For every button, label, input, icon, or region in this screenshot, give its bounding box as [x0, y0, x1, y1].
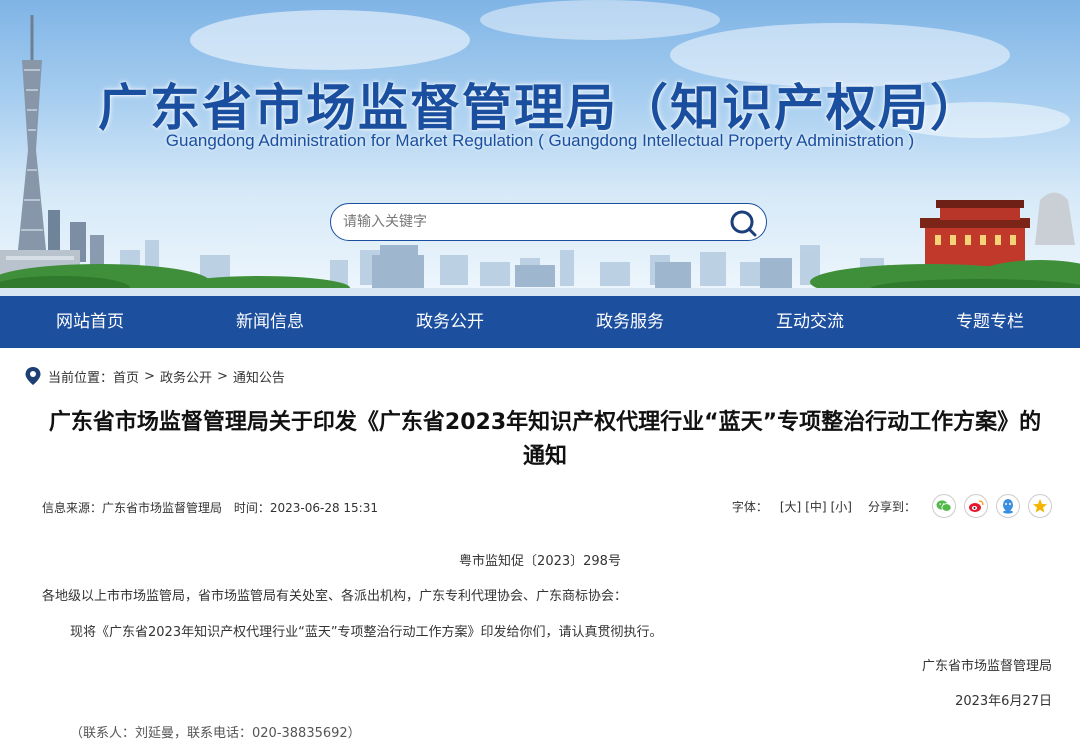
- body-paragraph: 现将《广东省2023年知识产权代理行业“蓝天”专项整治行动工作方案》印发给你们，…: [70, 625, 663, 640]
- font-size-large-button[interactable]: [大]: [780, 498, 801, 515]
- weibo-share-icon[interactable]: [964, 494, 988, 518]
- article-time: 时间：2023-06-28 15:31: [233, 501, 378, 515]
- share-label: 分享到：: [867, 499, 916, 514]
- font-size-label: 字体：: [731, 499, 768, 514]
- breadcrumb: 当前位置： 首页 > 政务公开 > 通知公告: [24, 366, 285, 386]
- search-input[interactable]: [343, 208, 723, 236]
- breadcrumb-prefix: 当前位置：: [48, 370, 114, 386]
- qq-share-icon[interactable]: [996, 494, 1020, 518]
- article-title: 广东省市场监督管理局关于印发《广东省2023年知识产权代理行业“蓝天”专项整治行…: [48, 410, 1042, 469]
- font-size-small-button[interactable]: [小]: [831, 498, 852, 515]
- site-subtitle: Guangdong Administration for Market Regu…: [165, 131, 915, 150]
- search-icon[interactable]: [728, 208, 758, 238]
- breadcrumb-home[interactable]: 首页: [113, 367, 139, 386]
- wechat-share-icon[interactable]: [932, 494, 956, 518]
- breadcrumb-notices[interactable]: 通知公告: [233, 367, 285, 386]
- search-box: [330, 203, 767, 241]
- nav-item-news[interactable]: 新闻信息: [180, 296, 360, 348]
- document-number: 粤市监知促〔2023〕298号: [459, 554, 621, 569]
- breadcrumb-gov-affairs-open[interactable]: 政务公开: [160, 367, 212, 386]
- article-source: 信息来源：广东省市场监督管理局: [42, 501, 223, 515]
- article-tools: 字体： [大] [中] [小] 分享到：: [732, 493, 1052, 519]
- font-size-medium-button[interactable]: [中]: [805, 498, 826, 515]
- main-nav: 网站首页 新闻信息 政务公开 政务服务 互动交流 专题专栏: [0, 296, 1080, 348]
- nav-item-home[interactable]: 网站首页: [0, 296, 180, 348]
- signature: 广东省市场监督管理局: [921, 659, 1052, 674]
- nav-item-special-topics[interactable]: 专题专栏: [900, 296, 1080, 348]
- header-banner: 广东省市场监督管理局（知识产权局） Guangdong Administrati…: [0, 0, 1080, 296]
- nav-item-interaction[interactable]: 互动交流: [720, 296, 900, 348]
- article-meta: 信息来源：广东省市场监督管理局 时间：2023-06-28 15:31: [42, 499, 378, 516]
- addressee-paragraph: 各地级以上市市场监管局，省市场监管局有关处室、各派出机构，广东专利代理协会、广东…: [42, 589, 628, 604]
- breadcrumb-separator: >: [144, 368, 155, 384]
- breadcrumb-separator: >: [216, 368, 228, 384]
- favorite-star-icon[interactable]: [1028, 494, 1052, 518]
- location-pin-icon: [24, 366, 42, 386]
- issue-date: 2023年6月27日: [955, 694, 1052, 709]
- site-title: 广东省市场监督管理局（知识产权局）: [98, 79, 982, 137]
- nav-item-gov-services[interactable]: 政务服务: [540, 296, 720, 348]
- nav-item-gov-affairs-open[interactable]: 政务公开: [360, 296, 540, 348]
- contact-info: （联系人：刘延曼，联系电话：020-38835692）: [70, 726, 361, 741]
